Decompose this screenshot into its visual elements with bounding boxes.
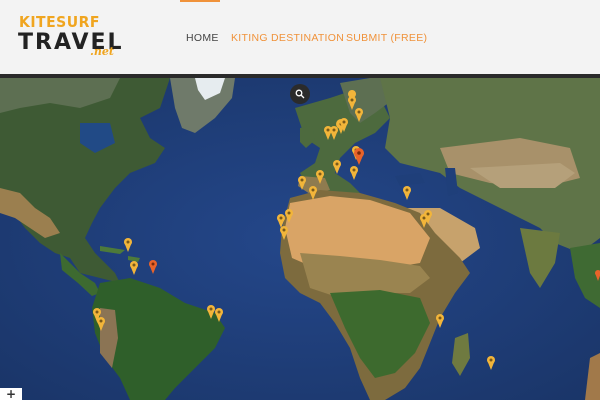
map-pin[interactable] [298,176,306,190]
map-pin[interactable] [280,226,288,240]
nav-kiting-destination[interactable]: KITING DESTINATION [231,32,344,44]
logo-top-text: KITESURF [19,14,100,32]
map-pin[interactable] [355,108,363,122]
map-pin[interactable] [277,214,285,228]
map-pin[interactable] [487,356,495,370]
map-search-button[interactable] [290,84,310,104]
map-pin[interactable] [309,186,317,200]
map-pin[interactable] [316,170,324,184]
nav-active-indicator [180,0,220,2]
world-map[interactable] [0,78,600,400]
map-pin[interactable] [207,305,215,319]
site-header: KITESURF TRAVEL .net HOME KITING DESTINA… [0,0,600,74]
map-pin[interactable] [215,308,223,322]
zoom-in-button[interactable]: + [0,388,22,400]
map-pin[interactable] [124,238,132,252]
map-pins-layer [93,90,600,370]
map-pin-highlight[interactable] [595,270,600,281]
nav-submit[interactable]: SUBMIT (FREE) [346,32,427,44]
map-pin-highlight[interactable] [149,260,157,274]
map-pin[interactable] [330,126,338,140]
map-pin[interactable] [348,90,357,110]
search-icon [295,89,305,99]
map-pin[interactable] [350,166,358,180]
map-pin[interactable] [97,317,105,331]
map-pin[interactable] [130,261,138,275]
logo-suffix-text: .net [90,45,114,58]
site-logo[interactable]: KITESURF TRAVEL .net [18,14,122,62]
map-pin[interactable] [436,314,444,328]
nav-home[interactable]: HOME [186,32,219,44]
map-pin[interactable] [403,186,411,200]
map-pin[interactable] [333,160,341,174]
map-pin-highlight[interactable] [354,148,364,165]
map-pin[interactable] [285,209,293,223]
